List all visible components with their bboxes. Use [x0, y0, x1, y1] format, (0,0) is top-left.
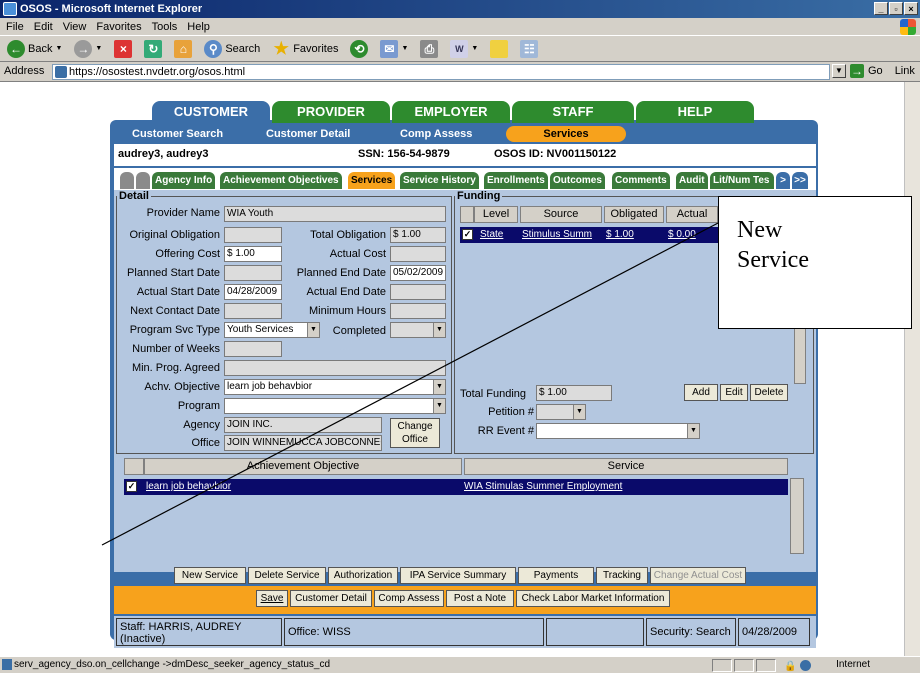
callout-line-2: Service	[737, 247, 809, 273]
status-message: serv_agency_dso.on_cellchange ->dmDesc_s…	[14, 659, 331, 670]
status-cell	[712, 659, 732, 672]
internet-zone-icon	[800, 660, 811, 671]
status-cell	[734, 659, 754, 672]
status-cell	[756, 659, 776, 672]
zone-label: Internet	[836, 659, 870, 670]
page-status-icon	[2, 659, 12, 670]
browser-statusbar: serv_agency_dso.on_cellchange ->dmDesc_s…	[0, 656, 920, 673]
callout-line-1: New	[737, 217, 783, 243]
annotation-line	[101, 221, 721, 546]
new-service-callout: New Service	[718, 196, 912, 329]
